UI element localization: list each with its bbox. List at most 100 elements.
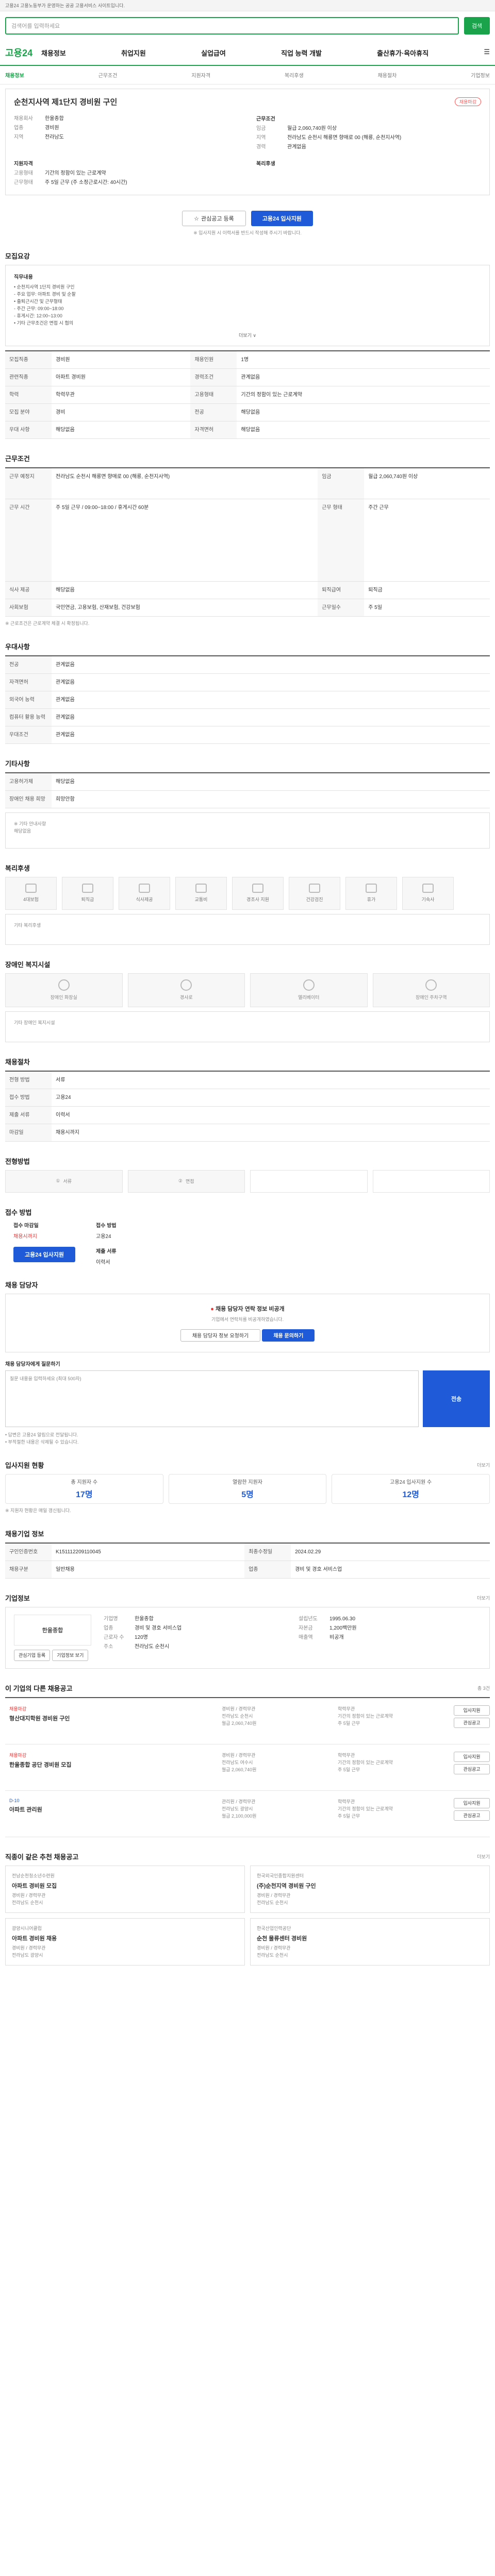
gnb-menu: 채용정보 취업지원 실업급여 직업 능력 개발 출산휴가·육아휴직 ☰ [41,48,490,58]
job-line: 기간의 정함이 있는 근로계약 [338,1713,393,1719]
house-icon [422,884,434,893]
job-status: 채용마감 [9,1752,27,1758]
ramp-icon [180,979,192,991]
scrap-button[interactable]: ☆ 관심공고 등록 [182,211,246,226]
more-button[interactable]: 더보기 ∨ [14,332,481,338]
summary-heading: 지원자격 [14,161,33,167]
apply-small-button[interactable]: 입사지원 [454,1798,490,1808]
step-item: ② 면접 [127,1170,245,1193]
job-line: 관리원 / 경력무관 [222,1799,256,1804]
job-link[interactable]: 한울종합 공단 경비원 모집 [9,1760,222,1769]
favorite-company-button[interactable]: 관심기업 등록 [14,1649,51,1661]
inquiry-button[interactable]: 채용 문의하기 [262,1329,315,1342]
job-line: 월급 2,100,000원 [222,1813,257,1819]
gnb-item[interactable]: 채용정보 [41,48,66,58]
tab-conditions[interactable]: 근무조건 [98,71,118,79]
similar-job-card[interactable]: 한국산업인력공단 순천 물류센터 경비원 경비원 / 경력무관 전라남도 순천시 [250,1918,490,1965]
scrap-small-button[interactable]: 관심공고 [454,1810,490,1821]
summary-label: 임금 [256,126,266,131]
stat-item: 총 지원자 수 17명 [5,1473,163,1504]
table-header: 관련직종 [5,368,52,386]
similar-line: 전라남도 순천시 [257,1900,288,1905]
question-label: 채용 담당자에게 질문하기 [5,1361,60,1367]
section-etc-title: 기타사항 [5,758,490,768]
etc-table: 고용허가제 해당없음 장애인 채용 희망 희망안함 [5,772,490,808]
apply-small-button[interactable]: 입사지원 [454,1751,490,1762]
apply-deadline-value: 채용시까지 [13,1233,37,1240]
job-description-box: 직무내용 • 순천지사역 1단지 경비원 구인 - 주요 업무: 아파트 경비 … [5,265,490,346]
summary-label: 근무형태 [14,180,33,185]
request-contact-button[interactable]: 채용 담당자 정보 요청하기 [180,1329,261,1342]
section-cond-title: 근무조건 [5,453,490,463]
search-button[interactable]: 검색 [464,17,490,35]
job-summary-card: 순천지사역 제1단지 경비원 구인 채용마감 채용회사 한울종합 업종 경비원 지역… [5,89,490,195]
site-logo[interactable]: 고용24 [5,46,41,59]
disability-item: 엘리베이터 [250,973,368,1007]
welfare-label: 퇴직금 [81,897,94,902]
steps-row: ① 서류 ② 면접 [5,1170,490,1193]
table-header: 채용구분 [5,1561,52,1579]
step-empty [372,1170,490,1193]
table-header: 최종수정일 [244,1543,291,1561]
section-title-text: 우대사항 [5,642,30,651]
scrap-small-button[interactable]: 관심공고 [454,1764,490,1774]
welfare-item: 4대보험 [5,876,57,910]
similar-title[interactable]: (주)순천지역 경비원 구인 [257,1882,483,1890]
apply-button-2[interactable]: 고용24 입사지원 [13,1246,76,1262]
gnb-item[interactable]: 출산휴가·육아휴직 [377,48,428,58]
summary-value: 경비원 [45,125,59,131]
section-tabs: 채용정보 근무조건 지원자격 복리후생 채용절차 기업정보 [0,66,495,84]
more-link[interactable]: 더보기 [477,1462,490,1468]
job-status: D-10 [9,1798,20,1803]
gnb-item[interactable]: 취업지원 [121,48,146,58]
jobs-count: 총 3건 [477,1685,490,1691]
job-link[interactable]: 아파트 관리원 [9,1805,222,1814]
table-row: 전공 관계없음 [5,655,490,674]
more-link[interactable]: 더보기 [477,1595,490,1601]
similar-title[interactable]: 순천 물류센터 경비원 [257,1934,483,1942]
company-info-button[interactable]: 기업정보 보기 [52,1649,89,1661]
section-title-text: 복리후생 [5,864,30,872]
tab-welfare[interactable]: 복리후생 [285,71,304,79]
apply-small-button[interactable]: 입사지원 [454,1705,490,1716]
welfare-label: 휴가 [367,897,376,902]
table-header: 근무 형태 [318,499,365,582]
tab-recruit[interactable]: 채용정보 [5,71,24,79]
gnb-item[interactable]: 직업 능력 개발 [281,48,322,58]
similar-title[interactable]: 아파트 경비원 채용 [12,1934,238,1942]
gnb-item[interactable]: 실업급여 [201,48,226,58]
table-header: 자격면허 [5,673,52,691]
list-item[interactable]: 채용마감 형산대지학원 경비원 구인 경비원 / 경력무관 전라남도 순천시 월… [5,1698,490,1744]
contact-box: ● 채용 담당자 연락 정보 비공개 기업에서 연락처를 비공개하였습니다. 채… [5,1293,490,1352]
job-line: 전라남도 순천시 [222,1713,253,1719]
search-input[interactable]: 검색어를 입력하세요 [5,17,459,35]
list-item[interactable]: D-10 아파트 관리원 관리원 / 경력무관 전라남도 광양시 월급 2,10… [5,1791,490,1837]
scrap-small-button[interactable]: 관심공고 [454,1717,490,1728]
health-icon [309,884,320,893]
table-cell: 해당없음 [52,421,191,439]
tab-qualification[interactable]: 지원자격 [191,71,210,79]
similar-job-card[interactable]: 광양시니어클럽 아파트 경비원 채용 경비원 / 경력무관 전라남도 광양시 [5,1918,245,1965]
similar-company: 한국외국인종합지원센터 [257,1873,304,1878]
section-title-text: 모집요강 [5,252,30,260]
welfare-grid: 4대보험 퇴직금 식사제공 교통비 경조사 지원 건강검진 휴가 기숙사 [5,876,490,910]
section-welfare-title: 복리후생 [5,863,490,873]
tab-company[interactable]: 기업정보 [471,71,490,79]
question-textarea[interactable]: 질문 내용을 입력하세요 (최대 500자) [5,1370,419,1427]
more-link[interactable]: 더보기 [477,1853,490,1860]
similar-title[interactable]: 아파트 경비원 모집 [12,1882,238,1890]
job-link[interactable]: 형산대지학원 경비원 구인 [9,1714,222,1722]
gift-icon [252,884,263,893]
table-cell: 퇴직금 [364,581,490,599]
tab-process[interactable]: 채용절차 [378,71,397,79]
table-row: 우대 사항 해당없음 자격면허 해당없음 [5,421,490,439]
apply-button[interactable]: 고용24 입사지원 [251,211,313,226]
send-button[interactable]: 전송 [423,1370,490,1427]
similar-job-card[interactable]: 한국외국인종합지원센터 (주)순천지역 경비원 구인 경비원 / 경력무관 전라… [250,1865,490,1913]
job-desc-line: • 출퇴근시간 및 근무형태 [14,299,62,304]
menu-icon[interactable]: ☰ [484,48,490,58]
table-row: 근무 예정지 전라남도 순천시 해룡면 향매로 00 (해룡, 순천지사역) 임금 월… [5,468,490,499]
list-item[interactable]: 채용마감 한울종합 공단 경비원 모집 경비원 / 경력무관 전라남도 여수시 … [5,1744,490,1791]
disability-label: 엘리베이터 [298,995,320,1000]
similar-job-card[interactable]: 전남순천청소년수련원 아파트 경비원 모집 경비원 / 경력무관 전라남도 순천… [5,1865,245,1913]
